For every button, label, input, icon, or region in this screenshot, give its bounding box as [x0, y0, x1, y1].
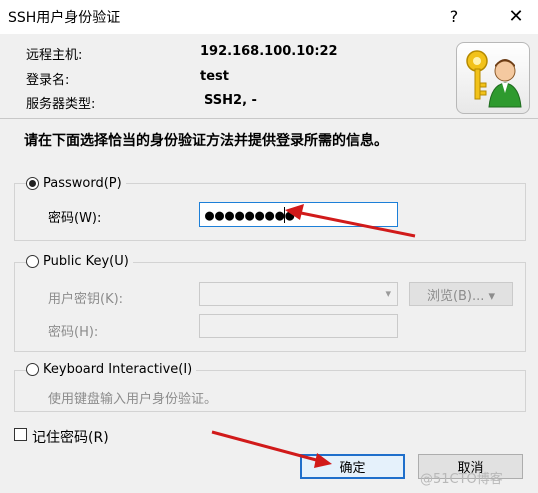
instruction-text: 请在下面选择恰当的身份验证方法并提供登录所需的信息。 [24, 133, 388, 149]
kbd-radio-indicator[interactable] [26, 363, 39, 376]
host-value: 192.168.100.10:22 [200, 44, 338, 59]
kbd-radio[interactable]: Keyboard Interactive(I) [26, 362, 197, 377]
user-key-select[interactable]: ▾ [199, 282, 398, 306]
title-bar: SSH用户身份验证 ? ✕ [0, 0, 538, 34]
watermark: @51CTO博客 [420, 472, 503, 487]
kbd-radio-label: Keyboard Interactive(I) [43, 362, 193, 377]
chevron-down-icon: ▾ [385, 287, 391, 300]
remember-checkbox[interactable] [14, 428, 27, 441]
kbd-description: 使用键盘输入用户身份验证。 [48, 392, 218, 407]
keys-user-icon [456, 42, 530, 114]
password-radio-indicator[interactable] [26, 177, 39, 190]
ok-button[interactable]: 确定 [300, 454, 405, 479]
pubkey-pass-input[interactable] [199, 314, 398, 338]
password-radio[interactable]: Password(P) [26, 176, 126, 191]
help-button[interactable]: ? [432, 0, 476, 34]
password-field-label: 密码(W): [48, 211, 102, 226]
password-radio-label: Password(P) [43, 176, 122, 191]
server-type-label: 服务器类型: [26, 97, 96, 112]
text-caret [284, 207, 285, 223]
remember-label[interactable]: 记住密码(R) [32, 427, 109, 447]
window-title: SSH用户身份验证 [8, 10, 121, 26]
header-separator [0, 118, 538, 119]
pubkey-pass-label: 密码(H): [48, 325, 99, 340]
browse-button[interactable]: 浏览(B)... ▾ [409, 282, 513, 306]
password-input[interactable]: ●●●●●●●●● [199, 202, 398, 227]
login-label: 登录名: [26, 73, 70, 88]
host-label: 远程主机: [26, 48, 83, 63]
pubkey-radio-indicator[interactable] [26, 255, 39, 268]
pubkey-radio[interactable]: Public Key(U) [26, 254, 133, 269]
password-masked-value: ●●●●●●●●● [205, 206, 296, 224]
user-key-label: 用户密钥(K): [48, 292, 124, 307]
login-value: test [200, 69, 229, 84]
close-button[interactable]: ✕ [494, 0, 538, 34]
pubkey-radio-label: Public Key(U) [43, 254, 129, 269]
server-type-value: SSH2, - [204, 93, 257, 108]
